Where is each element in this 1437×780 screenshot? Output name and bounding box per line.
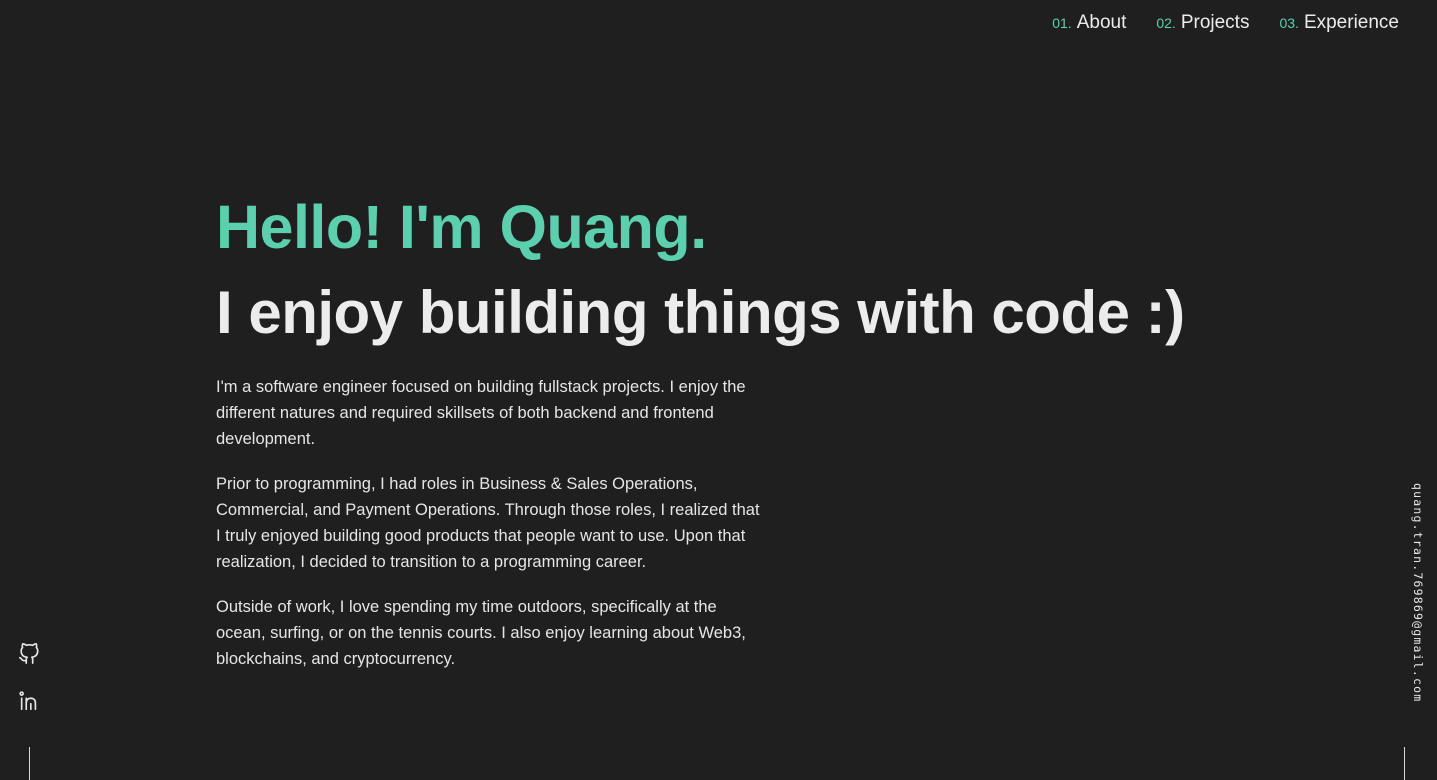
- nav-item-label: Experience: [1303, 12, 1399, 33]
- bio: I'm a software engineer focused on build…: [216, 374, 761, 672]
- nav-item-number: 03.: [1279, 15, 1299, 31]
- linkedin-link[interactable]: [18, 690, 40, 712]
- bio-paragraph: I'm a software engineer focused on build…: [216, 378, 746, 448]
- hero-greeting: Hello! I'm Quang.: [216, 193, 707, 261]
- top-nav: 01. About 02. Projects 03. Experience: [1052, 12, 1399, 34]
- nav-item-label: Projects: [1180, 12, 1250, 33]
- bio-paragraph: Outside of work, I love spending my time…: [216, 598, 746, 668]
- email-link[interactable]: quang.tran.769869@gmail.com: [1411, 483, 1425, 702]
- hero-section: Hello! I'm Quang. I enjoy building thing…: [216, 188, 1216, 691]
- bio-paragraph: Prior to programming, I had roles in Bus…: [216, 475, 760, 571]
- nav-item-number: 02.: [1156, 15, 1176, 31]
- nav-item-label: About: [1076, 12, 1127, 33]
- right-divider-line: [1404, 747, 1405, 780]
- hero-tagline: I enjoy building things with code :): [216, 279, 1185, 346]
- linkedin-icon: [18, 690, 40, 712]
- nav-item-projects[interactable]: 02. Projects: [1156, 12, 1249, 34]
- nav-item-about[interactable]: 01. About: [1052, 12, 1126, 34]
- nav-item-number: 01.: [1052, 15, 1072, 31]
- github-link[interactable]: [18, 643, 40, 665]
- page: 01. About 02. Projects 03. Experience He…: [0, 0, 1437, 780]
- github-icon: [18, 643, 40, 665]
- nav-item-experience[interactable]: 03. Experience: [1279, 12, 1399, 34]
- left-divider-line: [29, 747, 30, 780]
- social-links: [18, 643, 40, 712]
